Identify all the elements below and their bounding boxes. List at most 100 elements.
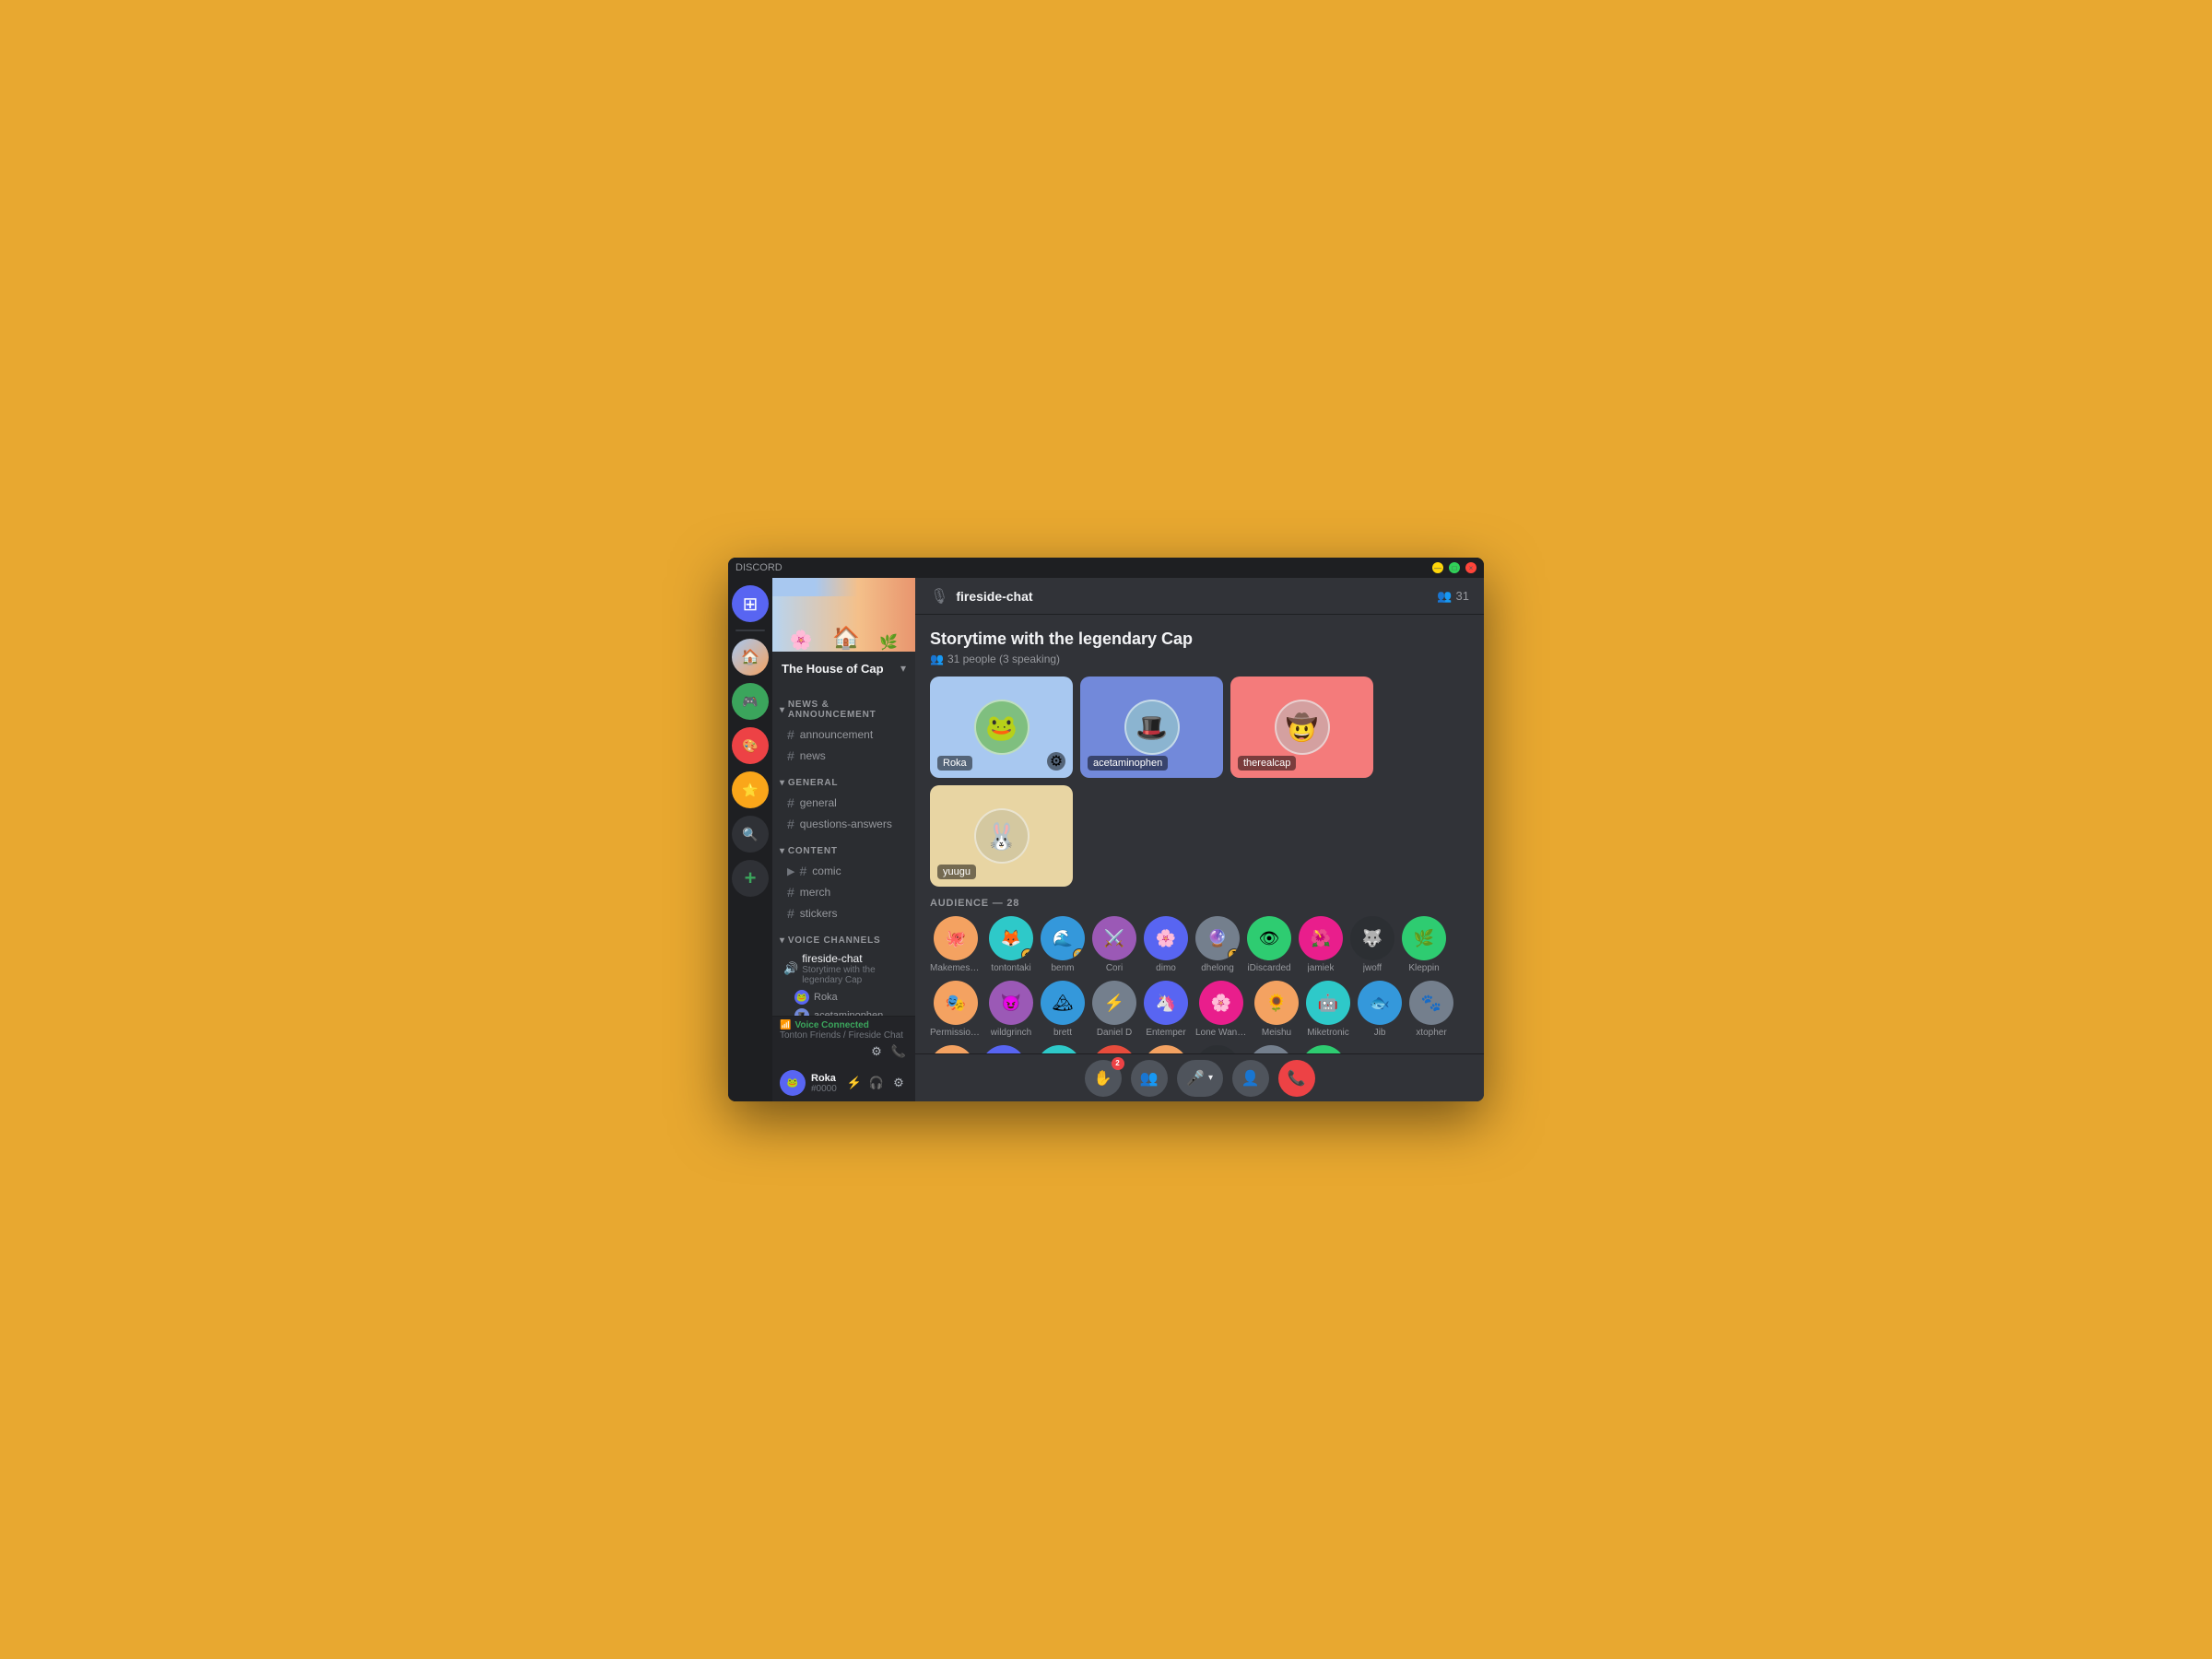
audience-member-2[interactable]: 🌊🔧 benm — [1041, 916, 1085, 973]
server-name-row[interactable]: The House of Cap ▾ — [772, 652, 915, 685]
category-voice[interactable]: ▾VOICE CHANNELS — [772, 924, 915, 949]
voice-connected-bar: 📶 Voice Connected Tonton Friends / Fires… — [772, 1016, 915, 1065]
channel-comic[interactable]: ▶ # comic — [776, 861, 912, 881]
audience-name-14: Entemper — [1146, 1028, 1185, 1038]
audience-member-21[interactable]: 😈 Bench — [982, 1045, 1026, 1053]
raise-hand-button[interactable]: ✋ 2 — [1085, 1060, 1122, 1097]
audience-member-10[interactable]: 🎭 Permission Man — [930, 981, 982, 1038]
add-person-button[interactable]: 👤 — [1232, 1060, 1269, 1097]
voice-controls: ⚙ 📞 — [780, 1042, 908, 1061]
vc-user-roka[interactable]: 🐸 Roka — [772, 988, 915, 1006]
audience-member-15[interactable]: 🌸 Lone Wanderer — [1195, 981, 1247, 1038]
server-separator — [735, 629, 765, 631]
audience-name-19: xtopher — [1416, 1028, 1446, 1038]
audience-member-12[interactable]: 🏔 brett — [1041, 981, 1085, 1038]
audience-name-12: brett — [1053, 1028, 1072, 1038]
hash-icon: # — [787, 748, 794, 763]
audience-member-8[interactable]: 🐺 jwoff — [1350, 916, 1394, 973]
category-news[interactable]: ▾NEWS & ANNOUNCEMENT — [772, 688, 915, 724]
audience-member-14[interactable]: 🦄 Entemper — [1144, 981, 1188, 1038]
audience-member-26[interactable]: 😷💊 wearamask — [1247, 1045, 1294, 1053]
audience-name-8: jwoff — [1363, 963, 1382, 973]
raise-hand-badge: 2 — [1112, 1057, 1124, 1070]
channel-merch[interactable]: # merch — [776, 882, 912, 902]
channel-stickers[interactable]: # stickers — [776, 903, 912, 924]
channel-questions[interactable]: # questions-answers — [776, 814, 912, 834]
mic-arrow-icon[interactable]: ▾ — [1208, 1073, 1213, 1083]
voice-server-info: Tonton Friends / Fireside Chat — [780, 1030, 908, 1041]
audience-avatar-17: 🤖 — [1306, 981, 1350, 1025]
headphone-button[interactable]: 🎧 — [867, 1074, 886, 1092]
server-icon-2[interactable]: 🎮 — [732, 683, 769, 720]
audience-member-24[interactable]: 🦊 rnanda — [1144, 1045, 1188, 1053]
leave-button[interactable]: 📞 — [1278, 1060, 1315, 1097]
user-name-tag: Roka #0000 — [811, 1073, 837, 1094]
audience-member-25[interactable]: 🎭 zuko — [1195, 1045, 1240, 1053]
channel-header-name: fireside-chat — [956, 589, 1032, 604]
audience-member-7[interactable]: 🌺 jamiek — [1299, 916, 1343, 973]
hash-icon: # — [787, 906, 794, 921]
speaker-name-yuugu: yuugu — [937, 865, 976, 879]
server-icon-3[interactable]: 🎨 — [732, 727, 769, 764]
category-content[interactable]: ▾CONTENT — [772, 835, 915, 860]
audience-avatar-19: 🐾 — [1409, 981, 1453, 1025]
audience-name-17: Miketronic — [1307, 1028, 1349, 1038]
audience-avatar-27: 💉 — [1301, 1045, 1346, 1053]
server-icon-1[interactable]: 🏠 — [732, 639, 769, 676]
people-icon: 👥 — [1437, 589, 1452, 604]
channel-general[interactable]: # general — [776, 793, 912, 813]
audience-avatar-15: 🌸 — [1199, 981, 1243, 1025]
audience-member-18[interactable]: 🐟 Jib — [1358, 981, 1402, 1038]
audience-member-17[interactable]: 🤖 Miketronic — [1306, 981, 1350, 1038]
audience-member-27[interactable]: 💉 getvax — [1301, 1045, 1346, 1053]
server-dropdown-icon[interactable]: ▾ — [900, 662, 906, 675]
audience-member-6[interactable]: 👁 iDiscarded — [1247, 916, 1291, 973]
category-general[interactable]: ▾GENERAL — [772, 767, 915, 792]
server-icon-5[interactable]: 🔍 — [732, 816, 769, 853]
audience-member-16[interactable]: 🌻 Meishu — [1254, 981, 1299, 1038]
close-button[interactable]: × — [1465, 562, 1477, 573]
audience-member-9[interactable]: 🌿 Kleppin — [1402, 916, 1446, 973]
audience-member-22[interactable]: 🌊 casual gamer — [1033, 1045, 1085, 1053]
audience-member-23[interactable]: 🧨 ibuprofen — [1092, 1045, 1136, 1053]
avatar: 🐸 — [794, 990, 809, 1005]
audience-avatar-9: 🌿 — [1402, 916, 1446, 960]
server-icon-discord[interactable]: ⊞ — [732, 585, 769, 622]
user-info: 🐸 Roka #0000 — [780, 1070, 837, 1096]
audience-name-7: jamiek — [1308, 963, 1335, 973]
audience-member-20[interactable]: 🎨 abfuscate — [930, 1045, 974, 1053]
audience-member-4[interactable]: 🌸 dimo — [1144, 916, 1188, 973]
voice-disconnect-button[interactable]: 📞 — [889, 1042, 908, 1061]
discord-window: DISCORD — □ × ⊞ 🏠 🎮 🎨 ⭐ 🔍 + — [728, 558, 1484, 1101]
voice-channel-fireside[interactable]: 🔊 fireside-chat Storytime with the legen… — [772, 949, 915, 988]
hash-icon: # — [799, 864, 806, 878]
add-server-button[interactable]: + — [732, 860, 769, 897]
channel-announcement[interactable]: # announcement — [776, 724, 912, 745]
voice-status: 📶 Voice Connected — [780, 1020, 908, 1030]
voice-settings-button[interactable]: ⚙ — [867, 1042, 886, 1061]
channel-news[interactable]: # news — [776, 746, 912, 766]
mic-button[interactable]: 🎤 ▾ — [1177, 1060, 1223, 1097]
audience-member-13[interactable]: ⚡ Daniel D — [1092, 981, 1136, 1038]
audience-member-11[interactable]: 😈 wildgrinch — [989, 981, 1033, 1038]
username: Roka — [811, 1073, 837, 1084]
titlebar: DISCORD — □ × — [728, 558, 1484, 578]
boost-button[interactable]: ⚡ — [845, 1074, 864, 1092]
server-icon-4[interactable]: ⭐ — [732, 771, 769, 808]
audience-member-1[interactable]: 🦊⚙ tontontaki — [989, 916, 1033, 973]
audience-avatar-23: 🧨 — [1092, 1045, 1136, 1053]
audience-avatar-10: 🎭 — [934, 981, 978, 1025]
main-content: 🎙 fireside-chat 👥 31 Storytime with the … — [915, 578, 1484, 1101]
settings-button[interactable]: ⚙ — [889, 1074, 908, 1092]
vc-user-acetaminophen[interactable]: 🎩 acetaminophen — [772, 1006, 915, 1016]
audience-member-19[interactable]: 🐾 xtopher — [1409, 981, 1453, 1038]
audience-member-5[interactable]: 🔮🎖 dhelong — [1195, 916, 1240, 973]
minimize-button[interactable]: — — [1432, 562, 1443, 573]
audience-avatar-5: 🔮🎖 — [1195, 916, 1240, 960]
audience-member-0[interactable]: 🐙 Makemespeakrr — [930, 916, 982, 973]
audience-member-3[interactable]: ⚔️ Cori — [1092, 916, 1136, 973]
hash-icon: # — [787, 727, 794, 742]
sidebar: 🌸 🏠 🌿 The House of Cap ▾ ▾NEWS & ANNOUNC… — [772, 578, 915, 1101]
invite-button[interactable]: 👥 — [1131, 1060, 1168, 1097]
maximize-button[interactable]: □ — [1449, 562, 1460, 573]
